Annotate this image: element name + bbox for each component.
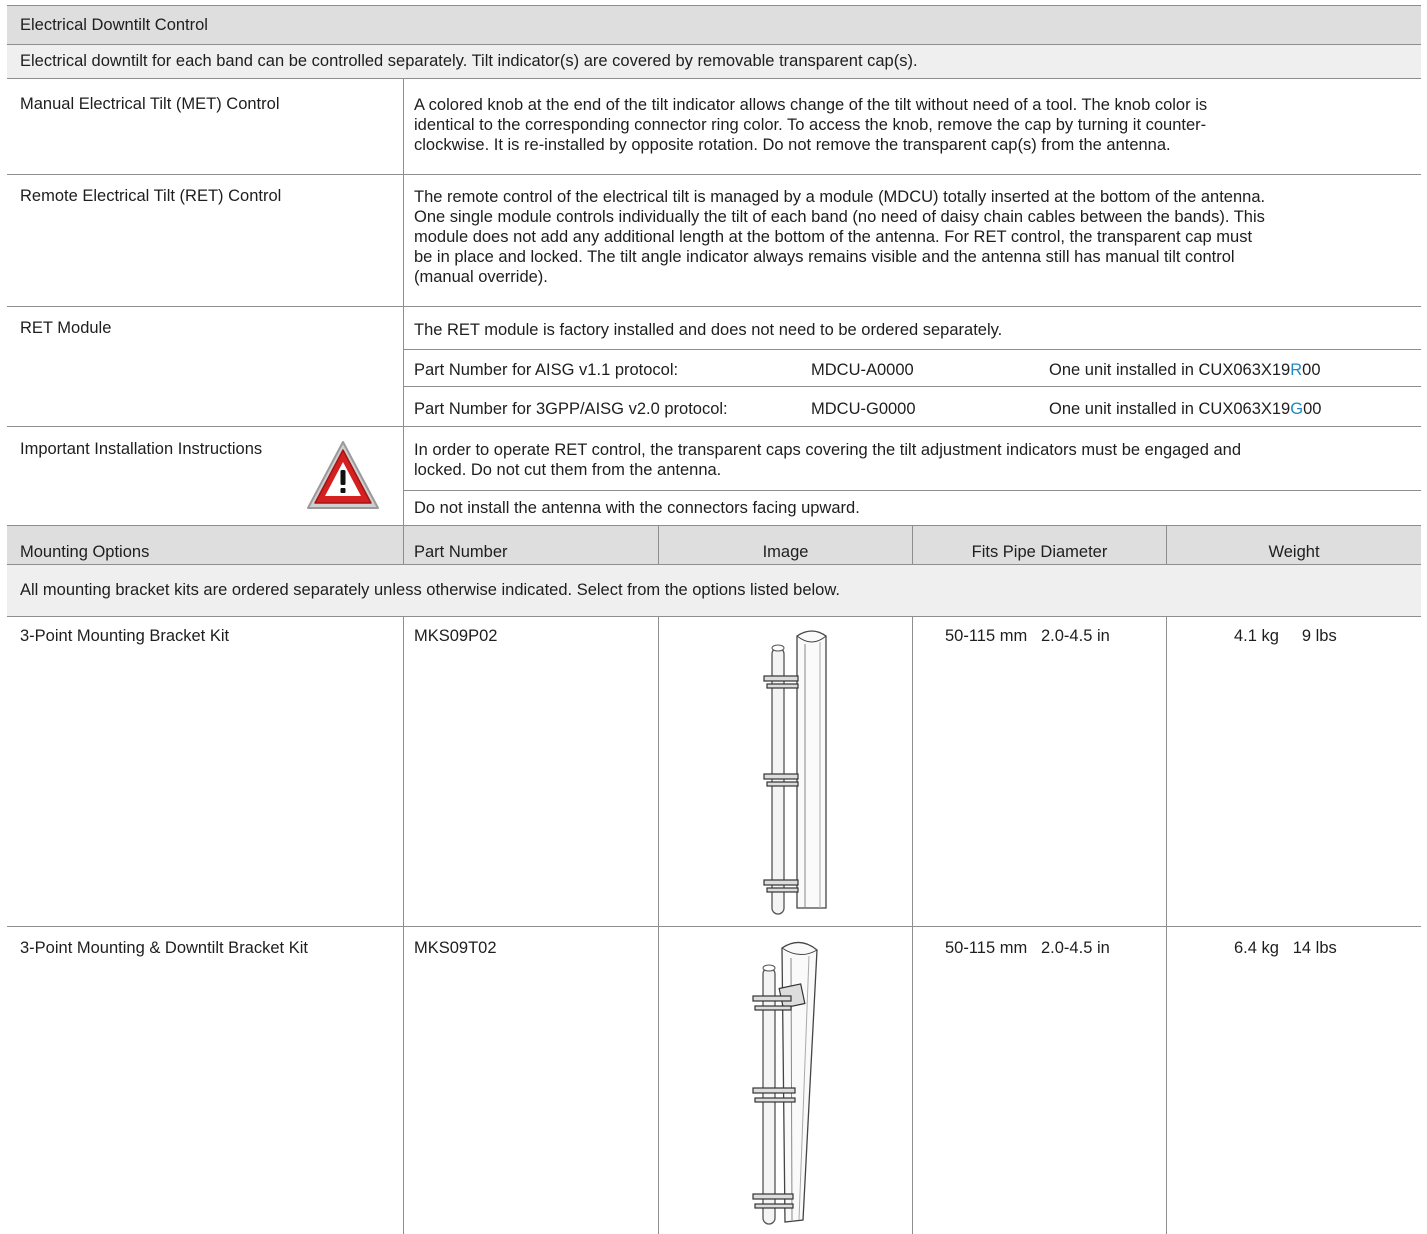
protocol-label: Part Number for 3GPP/AISG v2.0 protocol: <box>414 400 728 418</box>
installed-in: One unit installed in CUX063X19R00 <box>1049 361 1321 379</box>
bracket-kit-image <box>763 630 827 915</box>
ret-description: The remote control of the electrical til… <box>414 188 1266 286</box>
electrical-intro: Electrical downtilt for each band can be… <box>7 45 1421 78</box>
installation-note: Do not install the antenna with the conn… <box>414 499 860 517</box>
section-title: Electrical Downtilt Control <box>20 15 208 34</box>
intro-text: All mounting bracket kits are ordered se… <box>20 581 840 599</box>
pipe-diameter: 50-115 mm 2.0-4.5 in <box>945 627 1110 645</box>
kit-weight: 6.4 kg 14 lbs <box>1234 939 1337 957</box>
kit-weight: 4.1 kg 9 lbs <box>1234 627 1337 645</box>
kit-name: 3-Point Mounting Bracket Kit <box>20 627 230 645</box>
installation-label: Important Installation Instructions <box>20 440 263 458</box>
met-label: Manual Electrical Tilt (MET) Control <box>20 95 280 113</box>
mdcu-part-number: MDCU-G0000 <box>811 400 916 418</box>
kit-part-number: MKS09T02 <box>414 939 497 957</box>
column-header-mounting-options: Mounting Options <box>20 542 150 561</box>
bracket-kit-image <box>752 941 818 1225</box>
installed-in: One unit installed in CUX063X19G00 <box>1049 400 1322 418</box>
protocol-label: Part Number for AISG v1.1 protocol: <box>414 361 679 379</box>
kit-name: 3-Point Mounting & Downtilt Bracket Kit <box>20 939 308 957</box>
installation-description: In order to operate RET control, the tra… <box>414 441 1242 479</box>
ret-label: Remote Electrical Tilt (RET) Control <box>20 187 282 205</box>
electrical-downtilt-header: Electrical Downtilt Control <box>7 6 1421 44</box>
mounting-intro: All mounting bracket kits are ordered se… <box>7 565 1421 616</box>
pipe-diameter: 50-115 mm 2.0-4.5 in <box>945 939 1110 957</box>
column-header-part-number: Part Number <box>414 542 508 561</box>
met-description: A colored knob at the end of the tilt in… <box>414 96 1208 154</box>
column-header-image: Image <box>762 542 809 561</box>
ret-module-note: The RET module is factory installed and … <box>414 321 1003 339</box>
column-header-weight: Weight <box>1268 542 1320 561</box>
column-header-fits-pipe-diameter: Fits Pipe Diameter <box>971 542 1108 561</box>
warning-triangle-icon <box>307 441 379 509</box>
intro-text: Electrical downtilt for each band can be… <box>20 52 918 70</box>
kit-part-number: MKS09P02 <box>414 627 498 645</box>
mdcu-part-number: MDCU-A0000 <box>811 361 914 379</box>
ret-module-label: RET Module <box>20 319 112 337</box>
